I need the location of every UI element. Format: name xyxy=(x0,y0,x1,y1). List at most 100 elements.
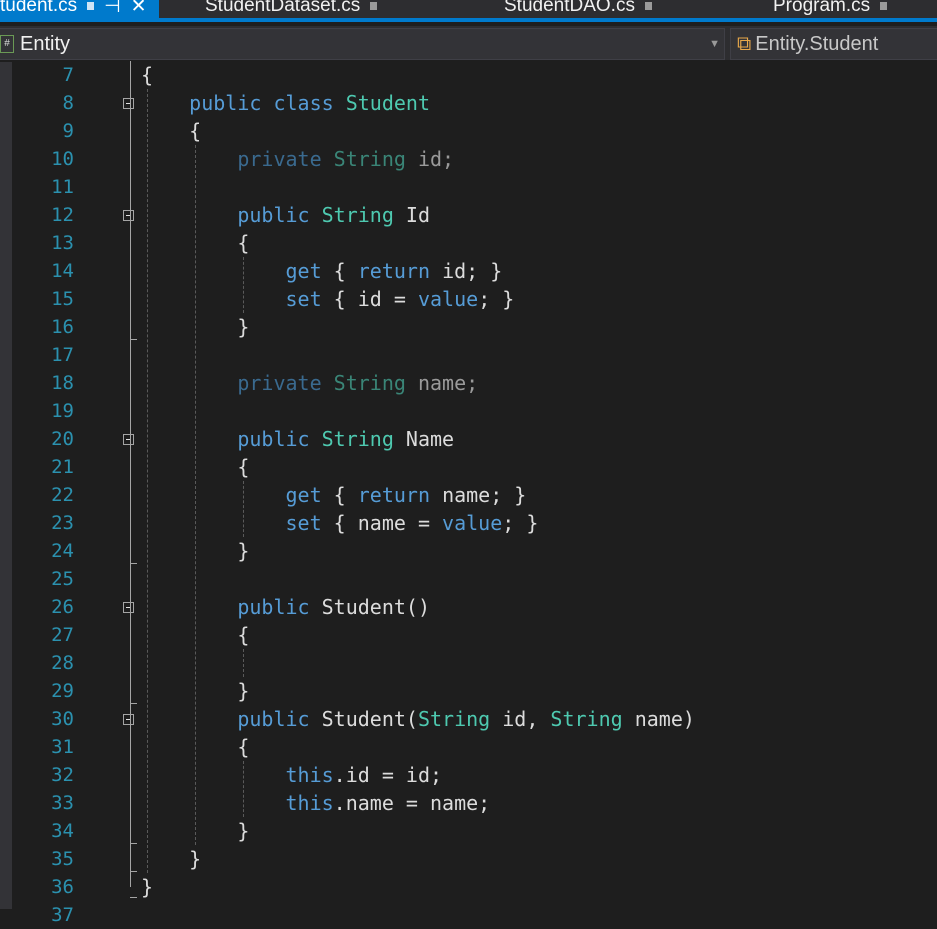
keyword-token: value xyxy=(442,511,503,535)
keyword-token: public xyxy=(237,203,322,227)
outline-end-tick xyxy=(130,563,137,564)
code-token: Student( xyxy=(321,707,418,731)
type-token: String xyxy=(333,147,418,171)
line-number: 11 xyxy=(51,176,74,198)
line-number: 35 xyxy=(51,848,74,870)
type-token: String xyxy=(333,371,418,395)
project-dropdown[interactable]: # Entity ▼ xyxy=(0,28,725,60)
type-token: String xyxy=(550,707,635,731)
type-dropdown[interactable]: ⧉ Entity.Student xyxy=(730,28,937,60)
line-number: 21 xyxy=(51,456,74,478)
code-token: name) xyxy=(634,707,695,731)
pin-icon[interactable] xyxy=(644,2,652,10)
line-number: 13 xyxy=(51,232,74,254)
code-token: { xyxy=(141,63,154,87)
line-number: 14 xyxy=(51,260,74,282)
code-token: name; } xyxy=(442,483,527,507)
code-token: Student() xyxy=(321,595,430,619)
outline-end-tick xyxy=(130,871,137,872)
line-number: 22 xyxy=(51,484,74,506)
code-token: { id = xyxy=(333,287,418,311)
code-token: id, xyxy=(502,707,551,731)
code-token: .id = id; xyxy=(333,763,443,787)
document-tabs: tudent.cs ⊣ ✕ StudentDataset.cs StudentD… xyxy=(0,0,937,22)
line-number: 16 xyxy=(51,316,74,338)
editor-margin xyxy=(0,62,12,909)
collapse-icon[interactable] xyxy=(123,434,134,445)
code-token: { xyxy=(141,119,202,143)
pin-icon[interactable] xyxy=(880,2,888,10)
tab-studentdao-cs[interactable]: StudentDAO.cs xyxy=(504,0,652,18)
collapse-icon[interactable] xyxy=(123,210,134,221)
indent-guide xyxy=(243,761,244,817)
code-line: public Student() xyxy=(141,593,430,621)
outline-margin-line xyxy=(130,61,131,887)
line-number: 17 xyxy=(51,344,74,366)
collapse-icon[interactable] xyxy=(123,98,134,109)
pin-icon[interactable] xyxy=(370,2,378,10)
keyword-token: public xyxy=(237,707,322,731)
type-token: String xyxy=(417,707,503,731)
pin-tab-icon[interactable]: ⊣ xyxy=(104,0,121,18)
line-number: 32 xyxy=(51,764,74,786)
keyword-token: return xyxy=(357,259,443,283)
code-line: public Student(String id, String name) xyxy=(141,705,695,733)
keyword-token: value xyxy=(417,287,479,311)
indent-guide xyxy=(243,481,244,537)
code-token: Name xyxy=(405,427,455,451)
keyword-token: public class xyxy=(189,91,346,115)
line-number: 25 xyxy=(51,568,74,590)
line-number: 34 xyxy=(51,820,74,842)
keyword-token: private xyxy=(237,147,334,171)
tab-label: StudentDAO.cs xyxy=(504,0,635,16)
code-token: ; } xyxy=(502,511,539,535)
code-line: set { id = value; } xyxy=(141,285,515,313)
line-number: 20 xyxy=(51,428,74,450)
close-icon[interactable]: ✕ xyxy=(131,0,147,18)
line-number: 23 xyxy=(51,512,74,534)
code-token: { name = xyxy=(333,511,443,535)
line-number: 31 xyxy=(51,736,74,758)
code-line: public String Name xyxy=(141,425,454,453)
indent-guide xyxy=(243,649,244,677)
code-token: } xyxy=(141,875,154,899)
type-token: String xyxy=(321,427,406,451)
code-token: { xyxy=(333,259,358,283)
keyword-token: get xyxy=(285,483,334,507)
keyword-token: this xyxy=(285,791,334,815)
indent-guide xyxy=(243,257,244,313)
class-icon: ⧉ xyxy=(737,32,752,55)
code-line: } xyxy=(141,845,201,873)
code-line: public String Id xyxy=(141,201,430,229)
tab-studentdataset-cs[interactable]: StudentDataset.cs xyxy=(205,0,378,18)
keyword-token: set xyxy=(285,511,334,535)
line-number: 29 xyxy=(51,680,74,702)
pin-icon[interactable] xyxy=(87,2,95,10)
line-number: 7 xyxy=(62,64,74,86)
collapse-icon[interactable] xyxy=(123,602,134,613)
csharp-project-icon: # xyxy=(0,35,14,53)
tab-program-cs[interactable]: Program.cs xyxy=(773,0,888,18)
keyword-token: public xyxy=(237,595,322,619)
keyword-token: this xyxy=(285,763,334,787)
tab-student-cs[interactable]: tudent.cs ⊣ ✕ xyxy=(0,0,159,18)
line-number: 33 xyxy=(51,792,74,814)
collapse-icon[interactable] xyxy=(123,714,134,725)
line-number: 24 xyxy=(51,540,74,562)
tab-label: tudent.cs xyxy=(0,0,78,16)
tab-label: Program.cs xyxy=(773,0,871,16)
code-token: Id xyxy=(405,203,431,227)
project-name: Entity xyxy=(20,32,71,55)
keyword-token: private xyxy=(237,371,334,395)
chevron-down-icon: ▼ xyxy=(709,38,720,50)
code-token: ; } xyxy=(478,287,515,311)
code-line: this.id = id; xyxy=(141,761,443,789)
outline-end-tick xyxy=(130,843,137,844)
